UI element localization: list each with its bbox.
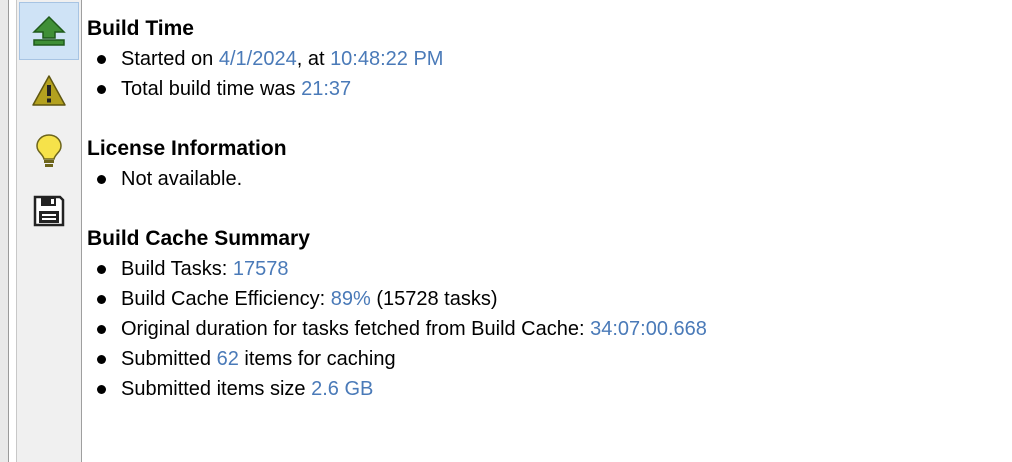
cache-heading: Build Cache Summary bbox=[87, 227, 310, 250]
bullet bbox=[97, 55, 106, 64]
list-item: Submitted 62 items for caching bbox=[87, 344, 987, 374]
license-section: License Information Not available. bbox=[87, 134, 987, 194]
sidebar-item-build-time[interactable] bbox=[19, 2, 79, 60]
started-date: 4/1/2024 bbox=[218, 48, 297, 70]
upload-arrow-icon bbox=[32, 15, 66, 46]
bullet bbox=[97, 295, 106, 304]
size-value: 2.6 GB bbox=[311, 378, 374, 400]
lightbulb-icon bbox=[36, 134, 62, 167]
efficiency-value: 89% bbox=[330, 288, 371, 310]
bullet bbox=[97, 265, 106, 274]
list-item: Not available. bbox=[87, 164, 987, 194]
build-report-window: Build Time Started on 4/1/2024, at 10:48… bbox=[0, 0, 1012, 462]
sidebar-item-cache[interactable] bbox=[19, 182, 79, 240]
sidebar-item-warnings[interactable] bbox=[19, 62, 79, 120]
started-time: 10:48:22 PM bbox=[330, 48, 444, 70]
bullet bbox=[97, 85, 106, 94]
bullet bbox=[97, 385, 106, 394]
duration-label: Original duration for tasks fetched from… bbox=[121, 318, 591, 340]
submitted-label: Submitted bbox=[121, 348, 217, 370]
list-item: Started on 4/1/2024, at 10:48:22 PM bbox=[87, 44, 987, 74]
window-edge bbox=[0, 0, 9, 462]
floppy-disk-icon bbox=[33, 195, 65, 227]
list-item: Submitted items size 2.6 GB bbox=[87, 374, 987, 404]
size-label: Submitted items size bbox=[121, 378, 312, 400]
tasks-label: Build Tasks: bbox=[121, 258, 233, 280]
submitted-suffix: items for caching bbox=[238, 348, 396, 370]
efficiency-label: Build Cache Efficiency: bbox=[121, 288, 331, 310]
license-heading: License Information bbox=[87, 137, 287, 160]
started-mid: , at bbox=[296, 48, 331, 70]
bullet bbox=[97, 175, 106, 184]
list-item: Original duration for tasks fetched from… bbox=[87, 314, 987, 344]
total-time-value: 21:37 bbox=[301, 78, 352, 100]
list-item: Build Tasks: 17578 bbox=[87, 254, 987, 284]
bullet bbox=[97, 355, 106, 364]
submitted-value: 62 bbox=[216, 348, 239, 370]
tasks-value: 17578 bbox=[232, 258, 289, 280]
total-time-label: Total build time was bbox=[121, 78, 302, 100]
sidebar-item-tips[interactable] bbox=[19, 122, 79, 180]
build-time-section: Build Time Started on 4/1/2024, at 10:48… bbox=[87, 14, 987, 104]
license-status: Not available. bbox=[121, 168, 243, 190]
efficiency-tasks: (15728 tasks) bbox=[370, 288, 498, 310]
sidebar bbox=[16, 0, 82, 462]
warning-icon bbox=[32, 75, 66, 106]
report-content: Build Time Started on 4/1/2024, at 10:48… bbox=[87, 14, 987, 404]
duration-value: 34:07:00.668 bbox=[590, 318, 707, 340]
bullet bbox=[97, 325, 106, 334]
started-label: Started on bbox=[121, 48, 219, 70]
build-time-heading: Build Time bbox=[87, 17, 194, 40]
cache-section: Build Cache Summary Build Tasks: 17578 B… bbox=[87, 224, 987, 404]
list-item: Build Cache Efficiency: 89% (15728 tasks… bbox=[87, 284, 987, 314]
list-item: Total build time was 21:37 bbox=[87, 74, 987, 104]
